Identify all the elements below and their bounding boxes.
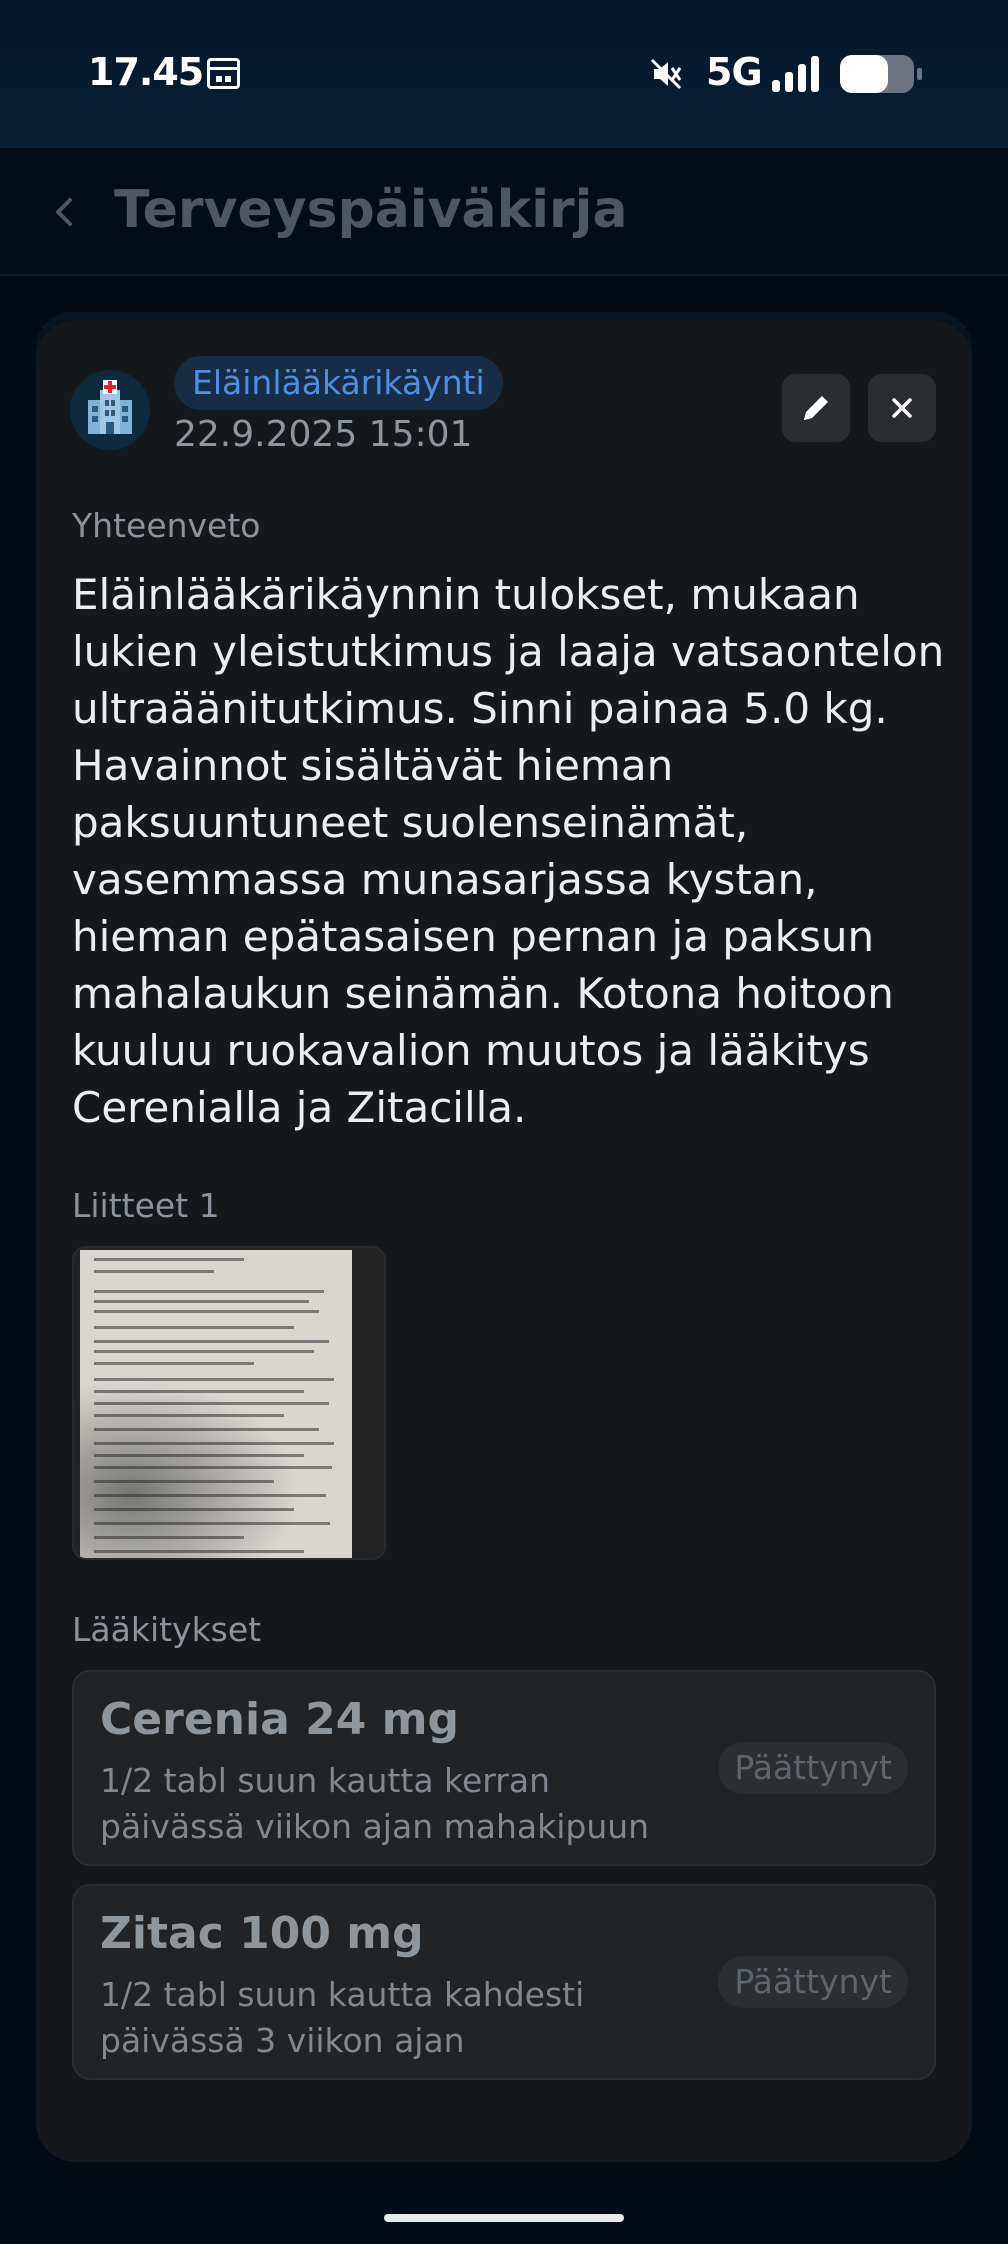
status-badge: Päättynyt [718, 1742, 908, 1794]
edit-button[interactable] [782, 374, 850, 442]
close-button[interactable] [868, 374, 936, 442]
close-icon [892, 398, 912, 418]
medication-item[interactable]: Zitac 100 mg 1/2 tabl suun kautta kahdes… [72, 1884, 936, 2080]
attachments-label: Liitteet 1 [72, 1186, 220, 1225]
status-badge: Päättynyt [718, 1956, 908, 2008]
medication-instructions: 1/2 tabl suun kautta kerran päivässä vii… [100, 1761, 650, 1846]
status-bar: 17.45 5G [0, 0, 1008, 148]
medication-item[interactable]: Cerenia 24 mg 1/2 tabl suun kautta kerra… [72, 1670, 936, 1866]
summary-label: Yhteenveto [72, 506, 261, 545]
calendar-icon [207, 58, 240, 89]
summary-text: Eläinlääkärikäynnin tulokset, mukaan luk… [72, 570, 945, 1132]
network-type: 5G [706, 50, 763, 94]
category-badge: Eläinlääkärikäynti [174, 356, 503, 410]
back-arrow-icon[interactable] [44, 188, 84, 236]
app-bar: Terveyspäiväkirja [0, 148, 1008, 276]
home-indicator[interactable] [384, 2214, 624, 2222]
entry-datetime: 22.9.2025 15:01 [174, 414, 473, 455]
status-time: 17.45 [88, 50, 204, 94]
medications-label: Lääkitykset [72, 1610, 262, 1649]
hospital-icon [70, 370, 150, 450]
battery-icon [840, 55, 922, 93]
attachment-thumbnail[interactable] [72, 1246, 386, 1560]
pencil-icon [804, 396, 828, 420]
medication-instructions: 1/2 tabl suun kautta kahdesti päivässä 3… [100, 1975, 585, 2060]
signal-icon [772, 56, 822, 92]
entry-detail-card: Eläinlääkärikäynti 22.9.2025 15:01 Yhtee… [36, 320, 972, 2162]
page-title: Terveyspäiväkirja [114, 180, 628, 240]
medication-name: Zitac 100 mg [100, 1908, 424, 1959]
mute-icon [650, 58, 682, 90]
document-image [74, 1250, 352, 1558]
medication-name: Cerenia 24 mg [100, 1694, 459, 1745]
